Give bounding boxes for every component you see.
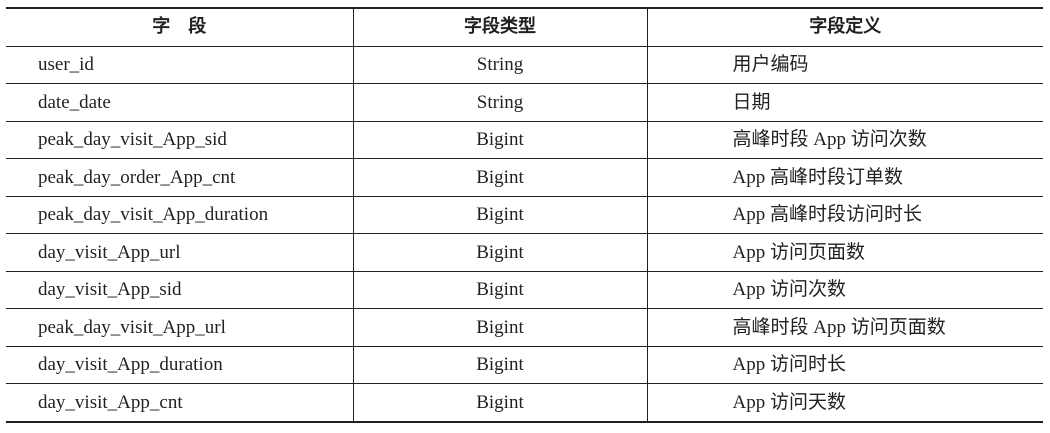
field-definition-cell: App 访问次数 [646, 270, 1043, 309]
field-type-cell: Bigint [352, 195, 647, 234]
field-name-cell: peak_day_visit_App_sid [6, 120, 353, 159]
field-name-cell: day_visit_App_duration [6, 345, 353, 384]
field-name-cell: day_visit_App_cnt [6, 383, 353, 422]
field-type-cell: Bigint [352, 158, 647, 196]
field-definition-cell: 日期 [646, 83, 1043, 121]
header-row: 字 段 字段类型 字段定义 [6, 8, 1043, 46]
table-row: day_visit_App_duration Bigint App 访问时长 [6, 345, 1043, 384]
field-definition-cell: App 访问时长 [646, 345, 1043, 384]
table-row: day_visit_App_cnt Bigint App 访问天数 [6, 383, 1043, 422]
table-row: date_date String 日期 [6, 83, 1043, 121]
field-name-cell: day_visit_App_url [6, 233, 353, 271]
table-row: peak_day_visit_App_sid Bigint 高峰时段 App 访… [6, 120, 1043, 159]
table-row: user_id String 用户编码 [6, 45, 1043, 84]
field-type-cell: Bigint [352, 120, 647, 159]
field-type-cell: Bigint [352, 383, 647, 422]
field-type-cell: Bigint [352, 345, 647, 384]
table-row: day_visit_App_url Bigint App 访问页面数 [6, 233, 1043, 271]
field-definition-table: 字 段 字段类型 字段定义 user_id String 用户编码 date_d… [6, 7, 1043, 423]
field-name-cell: date_date [6, 83, 353, 121]
field-type-cell: String [352, 83, 647, 121]
field-definition-cell: App 高峰时段访问时长 [646, 195, 1043, 234]
field-definition-cell: App 高峰时段订单数 [646, 158, 1043, 196]
table-row: peak_day_order_App_cnt Bigint App 高峰时段订单… [6, 158, 1043, 196]
field-definition-cell: 高峰时段 App 访问次数 [646, 120, 1043, 159]
field-type-cell: Bigint [352, 233, 647, 271]
table-body: user_id String 用户编码 date_date String 日期 … [6, 45, 1043, 422]
field-name-cell: peak_day_order_App_cnt [6, 158, 353, 196]
field-name-cell: peak_day_visit_App_url [6, 308, 353, 346]
field-definition-cell: 高峰时段 App 访问页面数 [646, 308, 1043, 346]
table-row: day_visit_App_sid Bigint App 访问次数 [6, 270, 1043, 309]
table-row: peak_day_visit_App_url Bigint 高峰时段 App 访… [6, 308, 1043, 346]
field-type-cell: Bigint [352, 308, 647, 346]
header-field: 字 段 [152, 16, 207, 38]
header-field-type: 字段类型 [352, 8, 647, 46]
table-row: peak_day_visit_App_duration Bigint App 高… [6, 195, 1043, 234]
field-name-cell: peak_day_visit_App_duration [6, 195, 353, 234]
field-name-cell: day_visit_App_sid [6, 270, 353, 309]
field-definition-cell: App 访问页面数 [646, 233, 1043, 271]
field-type-cell: Bigint [352, 270, 647, 309]
field-definition-cell: 用户编码 [646, 45, 1043, 84]
table-header: 字 段 字段类型 字段定义 [6, 8, 1043, 46]
field-name-cell: user_id [6, 45, 353, 84]
header-field-definition: 字段定义 [646, 8, 1043, 46]
field-type-cell: String [352, 45, 647, 84]
field-definition-cell: App 访问天数 [646, 383, 1043, 422]
